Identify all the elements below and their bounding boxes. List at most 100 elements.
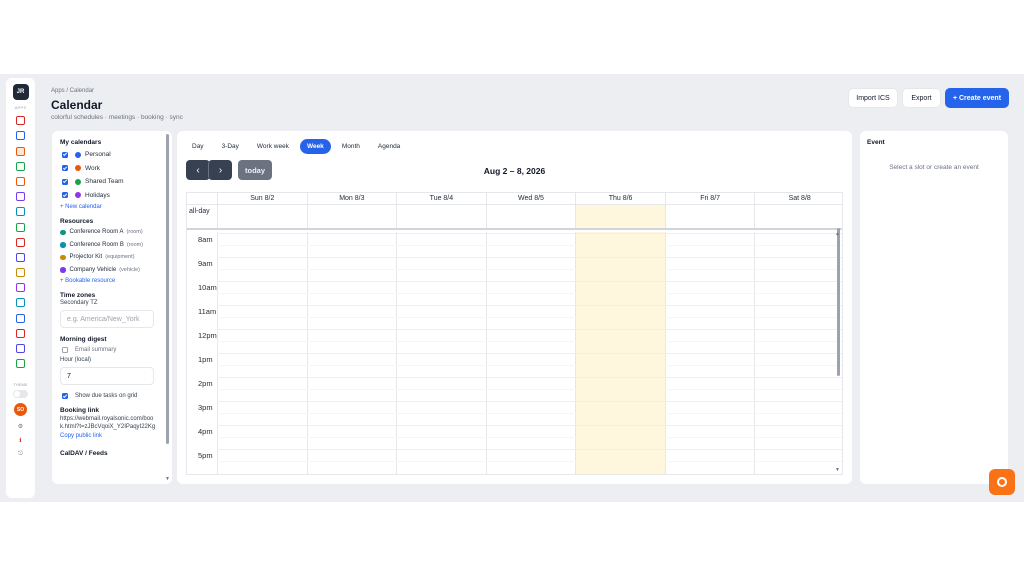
- document-icon[interactable]: [16, 252, 25, 262]
- contacts-icon[interactable]: [16, 131, 25, 141]
- checkbox-checked[interactable]: [62, 393, 68, 399]
- note-icon[interactable]: [16, 268, 25, 278]
- checkbox-checked[interactable]: [62, 151, 68, 158]
- show-due-label: Show due tasks on grid: [75, 393, 138, 399]
- resource-item[interactable]: Company Vehicle (vehicle): [60, 264, 172, 277]
- assistant-icon: [997, 477, 1007, 487]
- show-due-checkbox[interactable]: Show due tasks on grid: [60, 393, 172, 399]
- day-header[interactable]: Sat 8/8: [754, 193, 842, 205]
- view-tab-work-week[interactable]: Work week: [250, 139, 296, 154]
- hour-line: [217, 305, 842, 306]
- avatar[interactable]: JR: [12, 84, 29, 100]
- day-header[interactable]: Sun 8/2: [217, 193, 307, 205]
- clock-icon[interactable]: [16, 328, 25, 338]
- half-hour-line: [217, 269, 842, 270]
- day-header[interactable]: Fri 8/7: [664, 193, 755, 205]
- hour-line: [217, 425, 842, 426]
- calendar-item[interactable]: Shared Team: [60, 175, 172, 189]
- secondary-tz-input[interactable]: e.g. America/New_York: [60, 310, 154, 328]
- calendar-label: Holidays: [85, 191, 110, 199]
- day-header[interactable]: Tue 8/4: [396, 193, 486, 205]
- grid-vertical-line: [396, 205, 398, 228]
- resource-item[interactable]: Conference Room A (room): [60, 226, 172, 239]
- half-hour-line: [217, 365, 842, 366]
- calendar-item[interactable]: Holidays: [60, 189, 172, 203]
- chart-icon[interactable]: [16, 313, 25, 323]
- day-header[interactable]: Thu 8/6: [575, 193, 665, 205]
- day-header[interactable]: Wed 8/5: [485, 193, 576, 205]
- email-summary-checkbox[interactable]: Email summary: [60, 347, 172, 353]
- view-tab-3-day[interactable]: 3-Day: [215, 139, 246, 154]
- hour-label: 8am: [198, 235, 213, 244]
- grid-vertical-line: [217, 205, 218, 228]
- view-tab-week[interactable]: Week: [299, 139, 331, 154]
- view-tab-month[interactable]: Month: [335, 139, 367, 154]
- day-header[interactable]: Mon 8/3: [306, 193, 397, 205]
- resource-label: Conference Room A: [69, 229, 124, 236]
- scroll-up-arrow[interactable]: ▲: [835, 231, 840, 237]
- resource-type: (equipment): [105, 254, 135, 261]
- bookable-resource-link[interactable]: + Bookable resource: [60, 278, 172, 284]
- calendar-item[interactable]: Personal: [60, 148, 172, 162]
- time-grid[interactable]: 8am 9am 10am 11am 12pm 1pm 2pm 3pm 4pm 5pm: [187, 232, 842, 474]
- new-calendar-link[interactable]: + New calendar: [60, 204, 172, 210]
- card-icon[interactable]: [16, 298, 25, 308]
- calendar-item[interactable]: Work: [60, 162, 172, 176]
- theme-toggle[interactable]: [13, 390, 28, 399]
- assistant-button[interactable]: [989, 469, 1015, 495]
- grid-vertical-line: [306, 205, 308, 228]
- people-icon[interactable]: [16, 237, 25, 247]
- hour-label: 3pm: [198, 403, 213, 412]
- user-avatar[interactable]: SO: [14, 403, 27, 417]
- grid-scrollbar[interactable]: [837, 228, 840, 376]
- bell-icon[interactable]: [16, 176, 25, 186]
- time-zones-title: Time zones: [60, 292, 96, 299]
- half-hour-line: [217, 293, 842, 294]
- hour-label: 2pm: [198, 379, 213, 388]
- scroll-down-arrow[interactable]: ▼: [835, 467, 840, 473]
- checkbox-checked[interactable]: [62, 178, 68, 185]
- grid-icon[interactable]: [16, 344, 25, 353]
- date-range-title: Aug 2 – 8, 2026: [483, 166, 546, 176]
- hour-label: Hour (local): [60, 357, 92, 363]
- sidebar-scrollbar[interactable]: [166, 134, 169, 444]
- logout-icon[interactable]: ⎋: [18, 451, 23, 458]
- grid-vertical-line: [754, 205, 756, 228]
- settings-icon[interactable]: ⚙: [18, 423, 23, 430]
- home-icon[interactable]: [16, 192, 25, 202]
- cloud-icon[interactable]: [16, 207, 25, 217]
- resource-item[interactable]: Projector Kit (equipment): [60, 251, 172, 264]
- checkbox-box[interactable]: [62, 347, 68, 353]
- hour-label: 10am: [198, 283, 217, 292]
- view-tab-agenda[interactable]: Agenda: [371, 139, 407, 154]
- resource-color-dot: [60, 229, 66, 235]
- hour-line: [217, 233, 842, 234]
- image-icon[interactable]: [16, 283, 25, 293]
- tasks-icon[interactable]: [16, 161, 25, 171]
- resource-item[interactable]: Conference Room B (room): [60, 239, 172, 252]
- mail-icon[interactable]: [16, 116, 25, 126]
- resource-label: Projector Kit: [69, 254, 103, 261]
- checkbox-checked[interactable]: [62, 192, 68, 199]
- calendar-label: Personal: [85, 151, 111, 159]
- create-event-button[interactable]: + Create event: [945, 88, 1009, 108]
- calendar-label: Work: [85, 164, 101, 172]
- hour-input[interactable]: 7: [60, 367, 154, 385]
- copy-public-link[interactable]: Copy public link: [60, 433, 172, 439]
- view-switcher: Day 3-Day Work week Week Month Agenda: [185, 139, 407, 154]
- checkbox-checked[interactable]: [62, 165, 68, 172]
- view-tab-day[interactable]: Day: [185, 139, 211, 154]
- scroll-down-arrow[interactable]: ▼: [165, 476, 170, 482]
- calendar-icon[interactable]: [16, 146, 25, 156]
- resource-color-dot: [60, 242, 66, 248]
- list-icon[interactable]: [16, 359, 25, 369]
- lock-icon[interactable]: [16, 222, 25, 232]
- export-button[interactable]: Export: [902, 88, 941, 108]
- today-allday-highlight: [575, 205, 665, 228]
- all-day-row[interactable]: all-day: [187, 205, 842, 230]
- resource-color-dot: [60, 267, 66, 273]
- info-icon[interactable]: ℹ: [19, 437, 21, 444]
- import-ics-button[interactable]: Import ICS: [848, 88, 898, 108]
- hour-label: 1pm: [198, 355, 213, 364]
- grid-vertical-line: [485, 205, 487, 228]
